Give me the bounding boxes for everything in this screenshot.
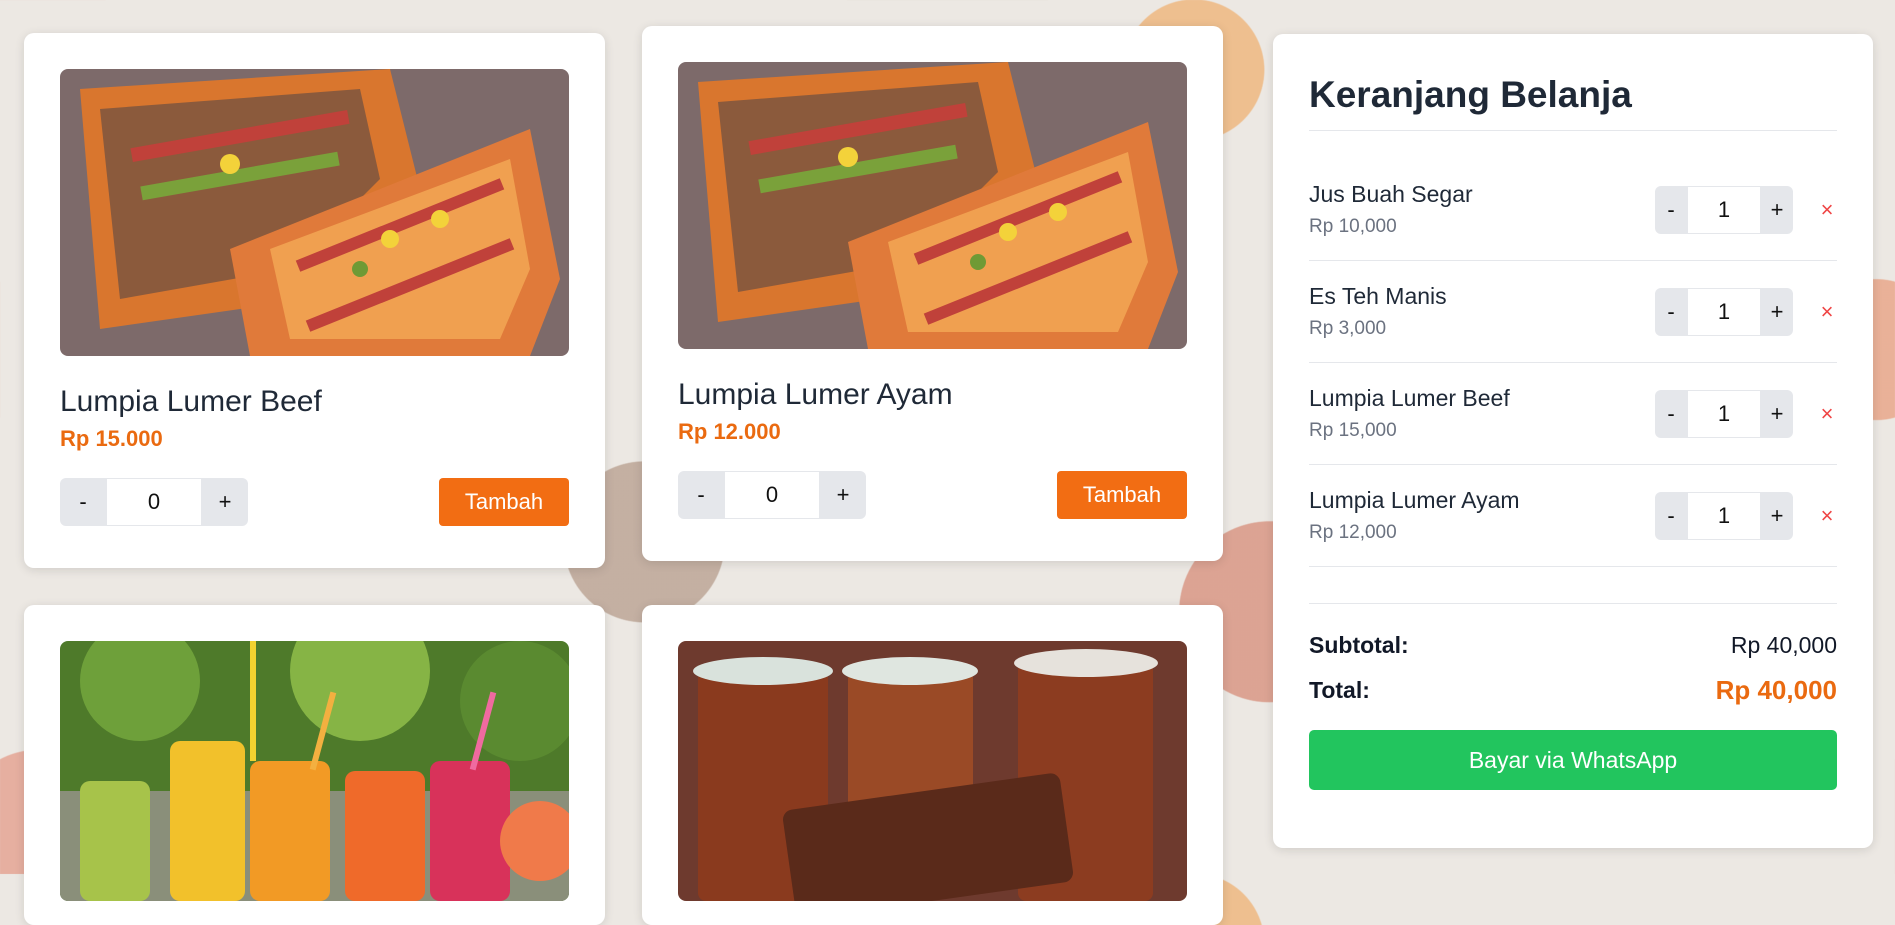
remove-item-icon[interactable]: ×	[1817, 401, 1837, 427]
cart-item: Es Teh Manis Rp 3,000 - + ×	[1309, 261, 1837, 363]
product-image-lumpia-ayam	[678, 62, 1187, 349]
increment-button[interactable]: +	[1761, 287, 1793, 336]
product-name: Lumpia Lumer Ayam	[678, 378, 953, 411]
cart-item: Lumpia Lumer Ayam Rp 12,000 - + ×	[1309, 465, 1837, 567]
product-card-juice	[24, 605, 605, 925]
remove-item-icon[interactable]: ×	[1817, 503, 1837, 529]
total-row: Total: Rp 40,000	[1309, 675, 1837, 706]
decrement-button[interactable]: -	[1655, 287, 1687, 336]
quantity-stepper: - +	[60, 478, 248, 526]
shopping-cart-panel: Keranjang Belanja Jus Buah Segar Rp 10,0…	[1273, 34, 1873, 848]
product-price: Rp 15.000	[60, 426, 163, 451]
increment-button[interactable]: +	[202, 478, 248, 526]
increment-button[interactable]: +	[820, 471, 866, 519]
cart-item: Lumpia Lumer Beef Rp 15,000 - + ×	[1309, 363, 1837, 465]
quantity-stepper: - +	[678, 471, 866, 519]
cart-item: Jus Buah Segar Rp 10,000 - + ×	[1309, 159, 1837, 261]
cart-item-price: Rp 12,000	[1309, 522, 1397, 543]
add-to-cart-button[interactable]: Tambah	[1057, 471, 1187, 519]
product-card-iced-tea	[642, 605, 1223, 925]
quantity-input[interactable]	[1687, 491, 1761, 540]
cart-item-name: Jus Buah Segar	[1309, 181, 1473, 207]
product-card-lumpia-ayam: Lumpia Lumer Ayam Rp 12.000 - + Tambah	[642, 26, 1223, 561]
summary-divider	[1309, 603, 1837, 604]
quantity-input[interactable]	[724, 471, 820, 519]
subtotal-row: Subtotal: Rp 40,000	[1309, 632, 1837, 659]
subtotal-value: Rp 40,000	[1730, 632, 1837, 658]
cart-item-name: Es Teh Manis	[1309, 283, 1447, 309]
add-to-cart-button[interactable]: Tambah	[439, 478, 569, 526]
decrement-button[interactable]: -	[60, 478, 106, 526]
cart-item-price: Rp 3,000	[1309, 318, 1387, 339]
cart-item-list: Jus Buah Segar Rp 10,000 - + × Es Teh Ma…	[1309, 159, 1837, 567]
quantity-input[interactable]	[106, 478, 202, 526]
total-label: Total:	[1309, 677, 1370, 703]
increment-button[interactable]: +	[1761, 185, 1793, 234]
product-name: Lumpia Lumer Beef	[60, 385, 322, 418]
remove-item-icon[interactable]: ×	[1817, 197, 1837, 223]
decrement-button[interactable]: -	[1655, 185, 1687, 234]
increment-button[interactable]: +	[1761, 389, 1793, 438]
product-card-lumpia-beef: Lumpia Lumer Beef Rp 15.000 - + Tambah	[24, 33, 605, 568]
quantity-input[interactable]	[1687, 287, 1761, 336]
increment-button[interactable]: +	[1761, 491, 1793, 540]
remove-item-icon[interactable]: ×	[1817, 299, 1837, 325]
cart-title: Keranjang Belanja	[1309, 74, 1837, 131]
cart-item-name: Lumpia Lumer Beef	[1309, 385, 1510, 411]
product-image-lumpia-beef	[60, 69, 569, 356]
cart-item-name: Lumpia Lumer Ayam	[1309, 487, 1520, 513]
cart-item-price: Rp 15,000	[1309, 420, 1397, 441]
subtotal-label: Subtotal:	[1309, 632, 1409, 658]
total-value: Rp 40,000	[1715, 675, 1837, 705]
product-price: Rp 12.000	[678, 419, 781, 444]
product-image-iced-tea	[678, 641, 1187, 901]
whatsapp-checkout-button[interactable]: Bayar via WhatsApp	[1309, 730, 1837, 790]
decrement-button[interactable]: -	[1655, 389, 1687, 438]
product-image-juice	[60, 641, 569, 901]
decrement-button[interactable]: -	[1655, 491, 1687, 540]
quantity-input[interactable]	[1687, 389, 1761, 438]
quantity-input[interactable]	[1687, 185, 1761, 234]
decrement-button[interactable]: -	[678, 471, 724, 519]
cart-item-price: Rp 10,000	[1309, 216, 1397, 237]
